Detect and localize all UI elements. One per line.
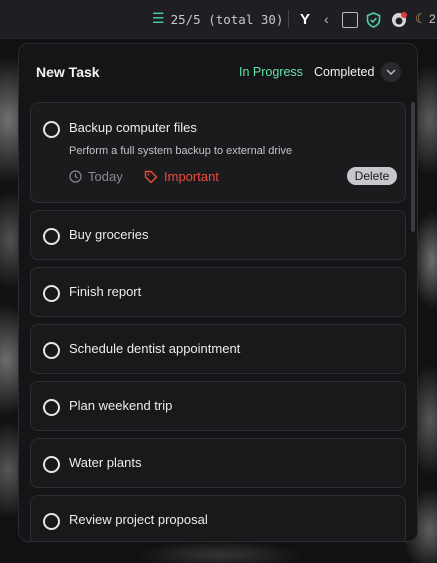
task-title: Buy groceries xyxy=(69,227,149,242)
checklist-icon: ☰ xyxy=(152,11,165,27)
image-extension-icon[interactable] xyxy=(342,12,358,28)
task-item[interactable]: Review project proposal xyxy=(30,495,406,541)
tab-in-progress[interactable]: In Progress xyxy=(239,65,303,79)
complete-checkbox[interactable] xyxy=(43,228,60,245)
complete-checkbox[interactable] xyxy=(43,513,60,530)
task-stats-text: 25/5 (total 30) xyxy=(170,11,284,27)
browser-toolbar: ☰ 25/5 (total 30) Y ‹ ☾ 2 xyxy=(0,0,437,39)
complete-checkbox[interactable] xyxy=(43,121,60,138)
task-item[interactable]: Schedule dentist appointment xyxy=(30,324,406,374)
tab-completed[interactable]: Completed xyxy=(314,65,374,79)
new-task-title[interactable]: New Task xyxy=(36,64,100,80)
clock-icon xyxy=(69,170,82,183)
delete-button[interactable]: Delete xyxy=(347,167,397,185)
y-extension-icon[interactable]: Y xyxy=(300,10,310,28)
moon-icon[interactable]: ☾ xyxy=(415,10,427,28)
task-description: Perform a full system backup to external… xyxy=(69,145,293,157)
complete-checkbox[interactable] xyxy=(43,285,60,302)
collapse-button[interactable] xyxy=(381,62,401,82)
complete-checkbox[interactable] xyxy=(43,399,60,416)
task-title: Finish report xyxy=(69,284,142,299)
task-title: Backup computer files xyxy=(69,120,197,135)
shield-check-icon[interactable] xyxy=(366,11,381,29)
task-title: Plan weekend trip xyxy=(69,398,173,413)
task-item[interactable]: Finish report xyxy=(30,267,406,317)
task-title: Schedule dentist appointment xyxy=(69,341,241,356)
due-date: Today xyxy=(69,169,123,184)
scrollbar-thumb[interactable] xyxy=(411,102,415,232)
complete-checkbox[interactable] xyxy=(43,456,60,473)
task-item[interactable]: Water plants xyxy=(30,438,406,488)
due-date-label: Today xyxy=(88,169,123,184)
toolbar-divider xyxy=(288,10,289,28)
chevron-left-icon[interactable]: ‹ xyxy=(324,10,329,28)
tag-icon xyxy=(144,170,158,183)
badge-count: 2 xyxy=(429,12,436,26)
task-item[interactable]: Buy groceries xyxy=(30,210,406,260)
task-item[interactable]: Plan weekend trip xyxy=(30,381,406,431)
screen: ☰ 25/5 (total 30) Y ‹ ☾ 2 New Task In Pr… xyxy=(0,0,437,563)
chevron-down-icon xyxy=(386,69,396,75)
task-item[interactable]: Backup computer files Perform a full sys… xyxy=(30,102,406,203)
priority-tag: Important xyxy=(144,169,219,184)
task-title: Review project proposal xyxy=(69,512,208,527)
priority-label: Important xyxy=(164,169,219,184)
task-title: Water plants xyxy=(69,455,142,470)
task-panel: New Task In Progress Completed Backup co… xyxy=(18,43,418,542)
complete-checkbox[interactable] xyxy=(43,342,60,359)
github-icon[interactable] xyxy=(391,11,407,29)
task-stats-extension[interactable]: ☰ 25/5 (total 30) xyxy=(152,10,283,28)
panel-header: New Task In Progress Completed xyxy=(19,44,417,100)
